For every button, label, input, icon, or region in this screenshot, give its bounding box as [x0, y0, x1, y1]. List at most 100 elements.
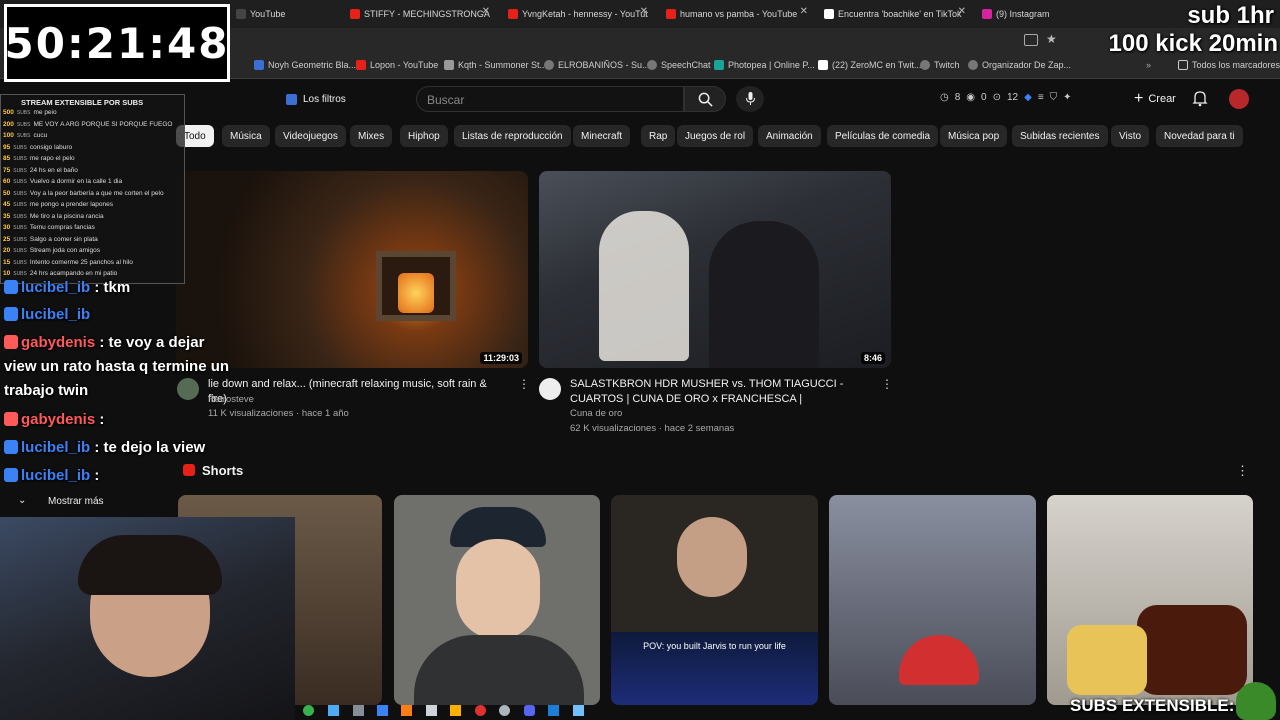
- app-icon[interactable]: [401, 705, 412, 716]
- close-icon[interactable]: ✕: [800, 6, 808, 17]
- chevron-down-icon[interactable]: ⌄: [18, 495, 26, 506]
- chip-visto[interactable]: Visto: [1111, 125, 1150, 147]
- gear-icon[interactable]: ✦: [1063, 92, 1071, 103]
- chip-novedad[interactable]: Novedad para ti: [1156, 125, 1243, 147]
- bookmark-item[interactable]: Noyh Geometric Bla...: [254, 60, 356, 70]
- shield-icon[interactable]: ⛉: [1050, 92, 1058, 103]
- chat-username: lucibel_ib: [21, 279, 91, 296]
- channel-avatar[interactable]: [177, 378, 199, 400]
- browser-tab[interactable]: (9) Instagram: [982, 4, 1082, 24]
- chat-username: gabydenis: [21, 411, 96, 428]
- chip-musica-pop[interactable]: Música pop: [940, 125, 1008, 147]
- app-icon[interactable]: [499, 705, 510, 716]
- folder-icon[interactable]: [450, 705, 461, 716]
- browser-tab[interactable]: humano vs pamba - YouTube ✕: [666, 4, 808, 24]
- subs-goal-count: 100: [3, 132, 14, 139]
- close-icon[interactable]: ✕: [482, 6, 490, 17]
- close-icon[interactable]: ✕: [640, 6, 648, 17]
- chip-musica[interactable]: Música: [222, 125, 270, 147]
- bookmark-item[interactable]: Organizador De Zap...: [968, 60, 1071, 70]
- notifications-button[interactable]: [1192, 90, 1210, 108]
- more-bookmarks-icon[interactable]: »: [1146, 60, 1151, 70]
- search-input[interactable]: Buscar: [416, 86, 684, 112]
- install-icon[interactable]: [1024, 34, 1038, 46]
- bookmark-label: Noyh Geometric Bla...: [268, 60, 357, 70]
- chip-peliculas-comedia[interactable]: Películas de comedia: [827, 125, 939, 147]
- tab-label: humano vs pamba - YouTube: [680, 9, 798, 19]
- short-card[interactable]: [829, 495, 1036, 705]
- bookmark-item[interactable]: ELROBANIÑOS - Su...: [544, 60, 650, 70]
- chip-listas[interactable]: Listas de reproducción: [454, 125, 571, 147]
- chrome-icon[interactable]: [475, 705, 486, 716]
- video-thumbnail[interactable]: 8:46: [539, 171, 891, 368]
- bookmark-label: (22) ZeroMC en Twit...: [832, 60, 922, 70]
- browser-tab[interactable]: Encuentra 'boachike' en TikTok ✕: [824, 4, 966, 24]
- app-icon[interactable]: [328, 705, 339, 716]
- all-bookmarks-folder[interactable]: Todos los marcadores: [1178, 60, 1280, 70]
- chip-label: Rap: [649, 130, 668, 142]
- webcam-feed: [0, 517, 295, 720]
- channel-name[interactable]: Retrosteve: [208, 392, 254, 407]
- chip-label: Juegos de rol: [685, 130, 746, 142]
- chat-username: lucibel_ib: [21, 439, 91, 456]
- bookmark-item[interactable]: Lopon - YouTube: [356, 60, 438, 70]
- close-icon[interactable]: ✕: [958, 6, 966, 17]
- more-options-icon[interactable]: ⋮: [518, 377, 530, 391]
- short-card[interactable]: [1047, 495, 1253, 705]
- app-icon[interactable]: [353, 705, 364, 716]
- bookmark-item[interactable]: SpeechChat: [647, 60, 711, 70]
- chat-text: :: [99, 411, 105, 428]
- video-thumbnail[interactable]: 11:29:03: [176, 171, 528, 368]
- subs-goal-row: 45 SUBS me pongo a prender lapones: [3, 201, 113, 208]
- app-icon[interactable]: [303, 705, 314, 716]
- bookmark-item[interactable]: (22) ZeroMC en Twit...: [818, 60, 921, 70]
- more-options-icon[interactable]: ⋮: [881, 377, 893, 391]
- browser-tab[interactable]: YvngKetah - hennessy - YouTube ✕: [508, 4, 648, 24]
- app-icon[interactable]: [573, 705, 584, 716]
- subs-goal-text: Me tiro a la piscina rancia: [29, 212, 104, 220]
- avatar[interactable]: [1229, 89, 1249, 109]
- chat-badge-icon: [4, 468, 18, 482]
- app-icon[interactable]: [377, 705, 388, 716]
- subs-goal-unit: SUBS: [16, 133, 31, 139]
- chip-videojuegos[interactable]: Videojuegos: [275, 125, 346, 147]
- bookmark-item[interactable]: Kqth - Summoner St...: [444, 60, 547, 70]
- create-button[interactable]: + Crear: [1124, 88, 1186, 110]
- filters-button[interactable]: Los filtros: [278, 87, 354, 111]
- discord-icon[interactable]: [524, 705, 535, 716]
- bookmark-item[interactable]: Twitch: [920, 60, 960, 70]
- search-button[interactable]: [684, 86, 726, 112]
- extension-icon[interactable]: ◆: [1024, 92, 1032, 103]
- star-icon[interactable]: ★: [1046, 32, 1057, 46]
- app-icon[interactable]: [426, 705, 437, 716]
- chip-rap[interactable]: Rap: [641, 125, 676, 147]
- browser-tab[interactable]: STIFFY - MECHINGSTRONGAS ✕: [350, 4, 490, 24]
- video-meta: 62 K visualizaciones · hace 2 semanas: [570, 423, 735, 434]
- subs-goal-row: 75 SUBS 24 hs en el baño: [3, 167, 78, 174]
- subs-goal-text: me peio: [33, 109, 57, 116]
- chip-label: Animación: [766, 130, 813, 142]
- short-card[interactable]: POV: you built Jarvis to run your life: [611, 495, 818, 705]
- extension-counters[interactable]: ◷ 8 ◉ 0 ⊙ 12 ◆ ≡ ⛉ ✦: [940, 92, 1072, 103]
- chip-animacion[interactable]: Animación: [758, 125, 821, 147]
- channel-avatar[interactable]: [539, 378, 561, 400]
- chip-label: Visto: [1119, 130, 1142, 142]
- bookmark-label: Todos los marcadores: [1192, 60, 1280, 70]
- tab-label: STIFFY - MECHINGSTRONGAS: [364, 9, 490, 19]
- chip-mixes[interactable]: Mixes: [350, 125, 393, 147]
- steam-icon[interactable]: [548, 705, 559, 716]
- bookmark-item[interactable]: Photopea | Online P...: [714, 60, 815, 70]
- short-card[interactable]: [394, 495, 600, 705]
- channel-name[interactable]: Cuna de oro: [570, 406, 622, 421]
- chip-hiphop[interactable]: Hiphop: [400, 125, 448, 147]
- video-title[interactable]: SALASTKBRON HDR MUSHER vs. THOM TIAGUCCI…: [570, 377, 875, 407]
- chip-subidas-recientes[interactable]: Subidas recientes: [1012, 125, 1108, 147]
- more-options-icon[interactable]: ⋮: [1236, 463, 1249, 479]
- show-more-link[interactable]: Mostrar más: [48, 496, 104, 507]
- chip-minecraft[interactable]: Minecraft: [573, 125, 631, 147]
- chip-juegos-rol[interactable]: Juegos de rol: [677, 125, 754, 147]
- menu-icon[interactable]: ≡: [1038, 92, 1044, 103]
- browser-tab[interactable]: YouTube: [236, 4, 336, 24]
- youtube-icon: [666, 9, 676, 19]
- voice-search-button[interactable]: [736, 86, 764, 112]
